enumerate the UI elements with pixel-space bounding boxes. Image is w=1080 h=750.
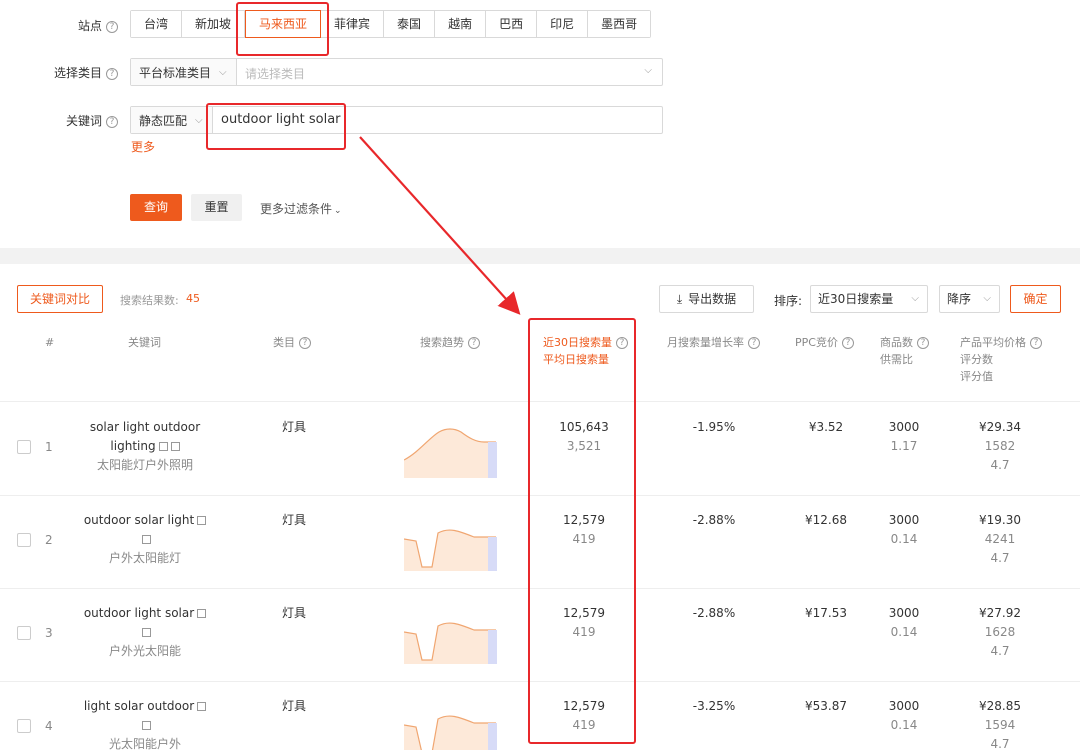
annotation-arrow — [359, 136, 521, 315]
